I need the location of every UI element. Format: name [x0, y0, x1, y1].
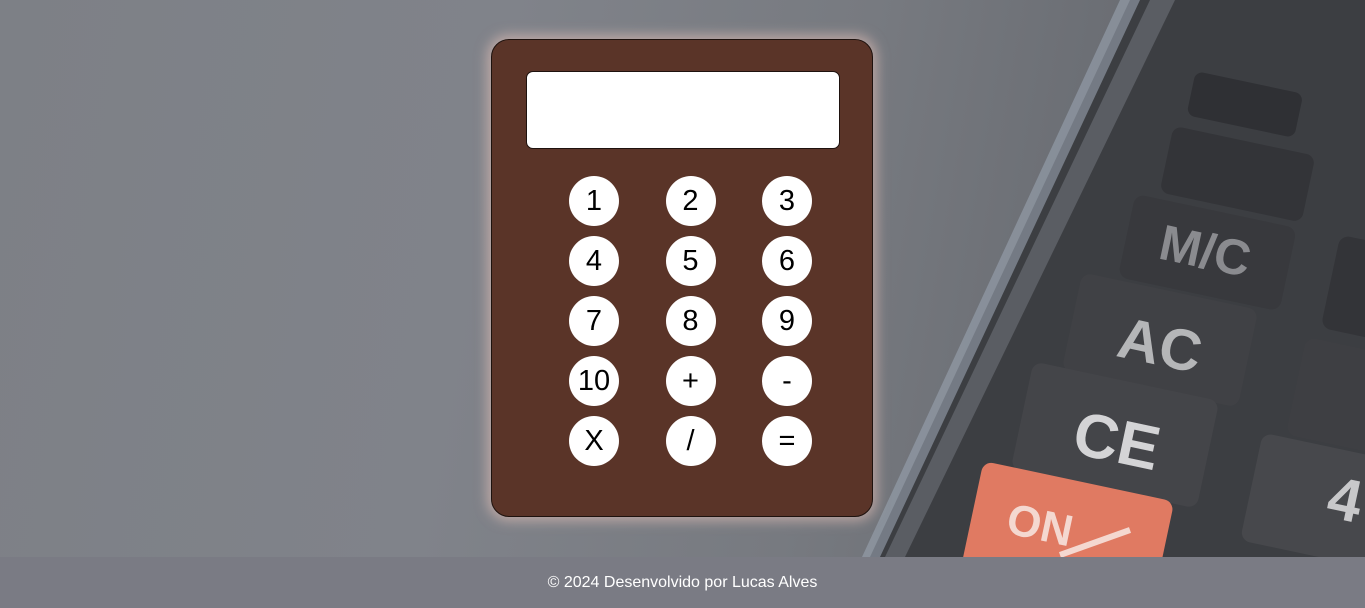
key-1[interactable]: 1	[569, 176, 619, 226]
key-3[interactable]: 3	[762, 176, 812, 226]
key-10[interactable]: 10	[569, 356, 619, 406]
footer-copyright: © 2024 Desenvolvido por Lucas Alves	[547, 573, 818, 591]
page: M/C AC CE ON 4 1 2 3 4 5 6 7 8 9 10 + - …	[0, 0, 1365, 608]
key-minus[interactable]: -	[762, 356, 812, 406]
key-multiply[interactable]: X	[569, 416, 619, 466]
key-4[interactable]: 4	[569, 236, 619, 286]
key-divide[interactable]: /	[665, 416, 716, 466]
calculator: 1 2 3 4 5 6 7 8 9 10 + - X / =	[491, 39, 873, 517]
footer: © 2024 Desenvolvido por Lucas Alves	[0, 557, 1365, 608]
key-plus[interactable]: +	[665, 356, 716, 406]
calculator-keypad: 1 2 3 4 5 6 7 8 9 10 + - X / =	[569, 176, 814, 466]
key-9[interactable]: 9	[762, 296, 812, 346]
calculator-display[interactable]	[526, 71, 840, 149]
key-2[interactable]: 2	[665, 176, 716, 226]
key-8[interactable]: 8	[665, 296, 716, 346]
key-equals[interactable]: =	[762, 416, 812, 466]
key-5[interactable]: 5	[665, 236, 716, 286]
key-7[interactable]: 7	[569, 296, 619, 346]
key-6[interactable]: 6	[762, 236, 812, 286]
